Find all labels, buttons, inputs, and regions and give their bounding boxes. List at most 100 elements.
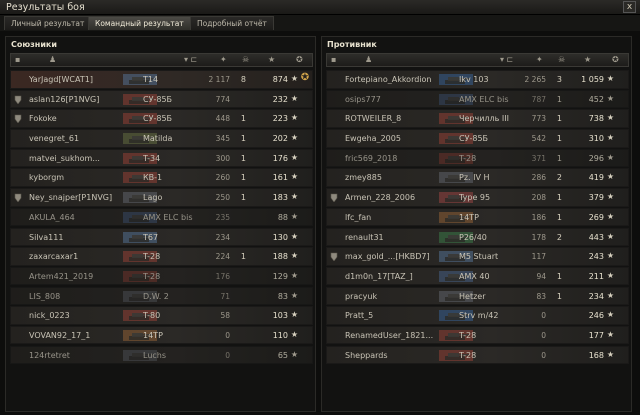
damage-column-icon[interactable]: ✦ [536, 55, 543, 64]
xp-value: 310 [588, 134, 604, 144]
player-row[interactable]: Artem421_2019 T-28 176 129 ★ [10, 266, 313, 286]
kills-value: 1 [240, 153, 246, 163]
player-column-icon[interactable]: ♟ [365, 55, 372, 64]
player-row[interactable]: LIS_808 D.W. 2 71 83 ★ [10, 286, 313, 306]
tab-personal[interactable]: Личный результат [4, 16, 92, 30]
player-name: Ewgeha_2005 [345, 134, 401, 144]
experience-star-icon: ★ [606, 290, 614, 300]
player-row[interactable]: renault31 P26/40 178 2 443 ★ [326, 227, 629, 246]
player-row[interactable]: Sheppards T-28 0 168 ★ [326, 345, 629, 365]
kills-value: 3 [556, 75, 562, 84]
xp-value: 130 [272, 232, 288, 242]
kills-value: 1 [556, 193, 562, 203]
experience-star-icon: ★ [290, 211, 298, 221]
tab-detailed[interactable]: Подробный отчёт [190, 16, 274, 30]
player-row[interactable]: d1m0n_17[TAZ_] AMX 40 94 1 211 ★ [326, 266, 629, 286]
damage-column-icon[interactable]: ✦ [220, 55, 227, 64]
damage-value: 2 117 [208, 75, 230, 84]
player-row[interactable]: ROTWEILER_8 Черчилль III 773 1 738 ★ [326, 109, 629, 128]
close-button[interactable]: x [623, 1, 636, 13]
player-row[interactable]: Pratt_5 Strv m/42 0 246 ★ [326, 306, 629, 325]
xp-column-icon[interactable]: ★ [584, 55, 591, 64]
experience-star-icon: ★ [606, 211, 614, 221]
player-column-icon[interactable]: ♟ [49, 55, 56, 64]
player-row[interactable]: kyborgm КВ-1 260 1 161 ★ [10, 168, 313, 187]
player-name: fric569_2018 [345, 153, 398, 163]
player-row[interactable]: Ewgeha_2005 СУ-85Б 542 1 310 ★ [326, 129, 629, 148]
tab-team[interactable]: Командный результат [88, 16, 191, 30]
platoon-shield-icon [14, 95, 22, 104]
xp-value: 188 [272, 252, 288, 262]
medal-column-icon[interactable]: ✪ [612, 55, 619, 64]
player-row[interactable]: osips777 AMX ELC bis 787 1 452 ★ [326, 89, 629, 109]
kills-value: 8 [240, 75, 246, 84]
damage-value: 286 [531, 173, 546, 183]
player-row[interactable]: max_gold_...[HKBD7] M5 Stuart 117 243 ★ [326, 247, 629, 266]
experience-star-icon: ★ [606, 192, 614, 202]
tank-column-icon[interactable]: ▾ ⊏ [500, 55, 513, 64]
player-row[interactable]: Ney_snajper[P1NVG] Lago 250 1 183 ★ [10, 188, 313, 207]
platoon-shield-icon [14, 75, 22, 84]
xp-value: 379 [588, 193, 604, 203]
platoon-shield-icon [330, 292, 338, 301]
damage-value: 260 [215, 173, 230, 183]
player-row[interactable]: nick_0223 T-80 58 103 ★ [10, 306, 313, 325]
allies-panel: Союзники ▪ ♟ ▾ ⊏ ✦ ☠ ★ ✪ YarJagd[WCAT1] T… [5, 36, 316, 412]
platoon-column-icon[interactable]: ▪ [15, 55, 20, 64]
xp-value: 88 [277, 212, 288, 222]
player-row[interactable]: pracyuk Hetzer 83 1 234 ★ [326, 286, 629, 306]
damage-value: 371 [531, 153, 546, 163]
platoon-shield-icon [14, 252, 22, 261]
platoon-shield-icon [330, 331, 338, 340]
xp-value: 243 [588, 252, 604, 262]
xp-value: 269 [588, 212, 604, 222]
medal-column-icon[interactable]: ✪ [296, 55, 303, 64]
damage-value: 235 [215, 212, 230, 222]
player-row[interactable]: AKULA_464 AMX ELC bis 235 88 ★ [10, 207, 313, 227]
player-row[interactable]: Armen_228_2006 Type 95 208 1 379 ★ [326, 188, 629, 207]
player-row[interactable]: zaxarcaxar1 T-28 224 1 188 ★ [10, 247, 313, 266]
kills-value: 1 [240, 252, 246, 262]
platoon-shield-icon [330, 114, 338, 123]
player-row[interactable]: Fokoke СУ-85Б 448 1 223 ★ [10, 109, 313, 128]
platoon-shield-icon [14, 173, 22, 182]
player-row[interactable]: fric569_2018 T-28 371 1 296 ★ [326, 148, 629, 168]
player-row[interactable]: lfc_fan 14TP 186 1 269 ★ [326, 207, 629, 227]
xp-value: 443 [588, 232, 604, 242]
player-row[interactable]: aslan126[P1NVG] СУ-85Б 774 232 ★ [10, 89, 313, 109]
experience-star-icon: ★ [290, 192, 298, 202]
damage-value: 178 [531, 232, 546, 242]
damage-value: 448 [215, 114, 230, 124]
xp-column-icon[interactable]: ★ [268, 55, 275, 64]
kills-column-icon[interactable]: ☠ [242, 55, 249, 64]
kills-value: 2 [556, 173, 562, 183]
player-row[interactable]: venegret_61 Matilda 345 1 202 ★ [10, 129, 313, 148]
platoon-shield-icon [330, 252, 338, 262]
xp-value: 83 [277, 291, 288, 301]
experience-star-icon: ★ [290, 329, 298, 339]
player-row[interactable]: zmey885 Pz. IV H 286 2 419 ★ [326, 168, 629, 187]
damage-value: 176 [215, 271, 230, 281]
platoon-shield-icon [14, 292, 22, 301]
player-row[interactable]: matvei_sukhom... T-34 300 1 176 ★ [10, 148, 313, 168]
player-row[interactable]: RenamedUser_1821... T-28 0 177 ★ [326, 325, 629, 345]
player-row[interactable]: YarJagd[WCAT1] T14 2 117 8 874 ★ ✪ [10, 70, 313, 89]
player-row[interactable]: Fortepiano_Akkordion Ikv 103 2 265 3 1 059 ★ [326, 70, 629, 89]
kills-value: 1 [240, 193, 246, 203]
player-name: aslan126[P1NVG] [29, 94, 100, 104]
experience-star-icon: ★ [290, 133, 298, 143]
player-row[interactable]: VOVAN92_17_1 14TP 0 110 ★ [10, 325, 313, 345]
platoon-column-icon[interactable]: ▪ [331, 55, 336, 64]
experience-star-icon: ★ [290, 290, 298, 300]
kills-column-icon[interactable]: ☠ [558, 55, 565, 64]
kills-value: 1 [556, 271, 562, 281]
experience-star-icon: ★ [606, 231, 614, 241]
player-row[interactable]: Silva111 T67 234 130 ★ [10, 227, 313, 246]
player-row[interactable]: 124rtetret Luchs 0 65 ★ [10, 345, 313, 365]
damage-value: 345 [215, 134, 230, 144]
tank-column-icon[interactable]: ▾ ⊏ [184, 55, 197, 64]
medal-icon[interactable]: ✪ [299, 72, 311, 87]
player-name: max_gold_...[HKBD7] [345, 252, 430, 262]
platoon-shield-icon [14, 331, 22, 340]
xp-value: 738 [588, 114, 604, 124]
